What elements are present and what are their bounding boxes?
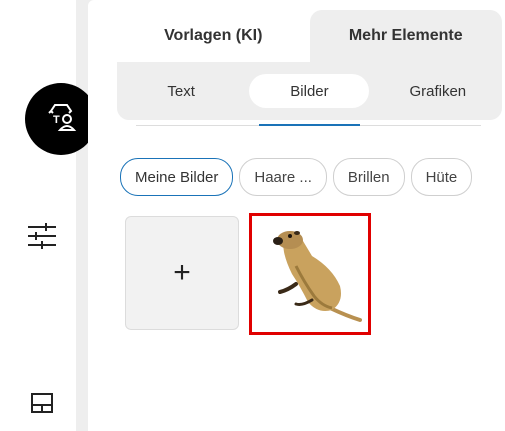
subtab-bilder[interactable]: Bilder [249, 74, 370, 108]
svg-text:T: T [53, 114, 60, 126]
left-rail [0, 0, 76, 431]
category-chips: Meine Bilder Haare ... Brillen Hüte [120, 158, 473, 196]
main-tabs: Vorlagen (KI) Mehr Elemente [117, 10, 502, 62]
image-tile-meerkat[interactable] [249, 213, 371, 335]
layout-icon [31, 392, 53, 418]
subtab-text[interactable]: Text [121, 74, 241, 108]
adjustments-button[interactable] [22, 222, 62, 254]
chip-huete[interactable]: Hüte [410, 158, 473, 196]
person-frame-button[interactable] [20, 0, 60, 16]
text-person-swap-icon: T [41, 97, 81, 142]
sub-tabs: Text Bilder Grafiken [117, 62, 502, 120]
subtab-grafiken[interactable]: Grafiken [378, 74, 498, 108]
text-person-swap-button[interactable]: T [25, 83, 97, 155]
plus-icon: + [173, 256, 191, 289]
tab-vorlagen[interactable]: Vorlagen (KI) [117, 10, 310, 62]
add-image-button[interactable]: + [125, 216, 239, 330]
chip-brillen[interactable]: Brillen [332, 158, 405, 196]
rail-gap [76, 0, 88, 431]
tab-mehr-elemente[interactable]: Mehr Elemente [309, 10, 502, 62]
meerkat-image [273, 231, 362, 322]
layout-button[interactable] [28, 392, 56, 418]
active-tab-indicator [259, 124, 360, 126]
sliders-icon [26, 222, 58, 255]
chip-meine-bilder[interactable]: Meine Bilder [120, 158, 234, 196]
person-frame-icon [25, 0, 55, 19]
chip-haare[interactable]: Haare ... [239, 158, 327, 196]
